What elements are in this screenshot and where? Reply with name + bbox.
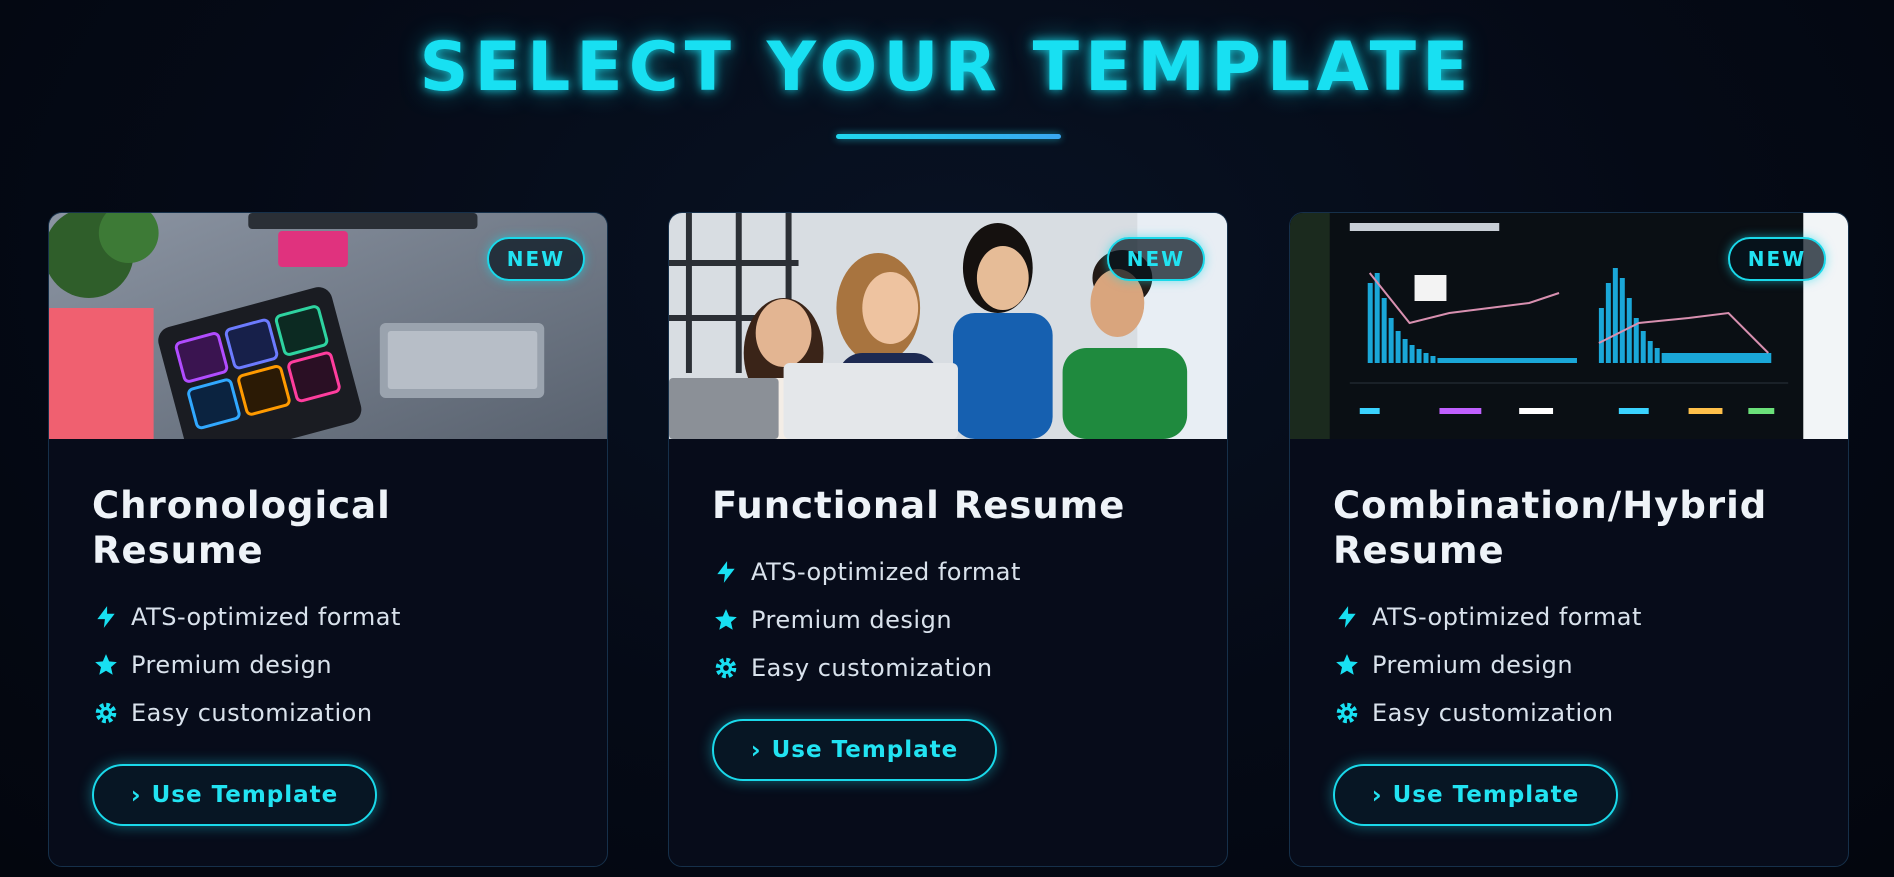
- use-template-button[interactable]: › Use Template: [92, 764, 377, 826]
- chevron-right-icon: ›: [750, 736, 762, 764]
- feature-label: Easy customization: [1372, 699, 1614, 727]
- gear-icon: [92, 699, 120, 727]
- template-preview-image: NEW: [49, 213, 607, 439]
- feature-item: Easy customization: [712, 644, 1185, 692]
- button-label: Use Template: [1392, 782, 1580, 808]
- feature-list: ATS-optimized format Premium design Easy…: [92, 593, 565, 737]
- button-label: Use Template: [771, 737, 959, 763]
- feature-label: Premium design: [1372, 651, 1574, 679]
- bolt-icon: [1333, 603, 1361, 631]
- chevron-right-icon: ›: [130, 781, 142, 809]
- feature-label: Premium design: [751, 606, 953, 634]
- template-card-combination[interactable]: NEW Combination/Hybrid Resume ATS-optimi…: [1289, 212, 1849, 867]
- feature-item: Premium design: [1333, 641, 1806, 689]
- bolt-icon: [712, 558, 740, 586]
- feature-list: ATS-optimized format Premium design Easy…: [712, 548, 1185, 692]
- feature-item: ATS-optimized format: [1333, 593, 1806, 641]
- title-underline: [836, 134, 1061, 139]
- feature-item: Easy customization: [92, 689, 565, 737]
- new-badge: NEW: [487, 237, 585, 281]
- feature-label: ATS-optimized format: [751, 558, 1021, 586]
- template-preview-image: NEW: [669, 213, 1227, 439]
- feature-label: ATS-optimized format: [1372, 603, 1642, 631]
- card-title: Combination/Hybrid Resume: [1333, 484, 1768, 572]
- feature-item: Premium design: [92, 641, 565, 689]
- feature-item: ATS-optimized format: [712, 548, 1185, 596]
- chevron-right-icon: ›: [1371, 781, 1383, 809]
- feature-label: Easy customization: [751, 654, 993, 682]
- page-title: SELECT YOUR TEMPLATE: [419, 28, 1475, 107]
- feature-list: ATS-optimized format Premium design Easy…: [1333, 593, 1806, 737]
- template-card-functional[interactable]: NEW Functional Resume ATS-optimized form…: [668, 212, 1228, 867]
- feature-item: Easy customization: [1333, 689, 1806, 737]
- use-template-button[interactable]: › Use Template: [1333, 764, 1618, 826]
- gear-icon: [712, 654, 740, 682]
- template-preview-image: NEW: [1290, 213, 1848, 439]
- feature-label: Premium design: [131, 651, 333, 679]
- star-icon: [712, 606, 740, 634]
- star-icon: [92, 651, 120, 679]
- template-card-chronological[interactable]: NEW Chronological Resume ATS-optimized f…: [48, 212, 608, 867]
- card-title: Functional Resume: [712, 484, 1126, 527]
- feature-item: ATS-optimized format: [92, 593, 565, 641]
- new-badge: NEW: [1107, 237, 1205, 281]
- bolt-icon: [92, 603, 120, 631]
- button-label: Use Template: [151, 782, 339, 808]
- feature-item: Premium design: [712, 596, 1185, 644]
- new-badge: NEW: [1728, 237, 1826, 281]
- feature-label: Easy customization: [131, 699, 373, 727]
- gear-icon: [1333, 699, 1361, 727]
- card-title: Chronological Resume: [92, 484, 391, 572]
- use-template-button[interactable]: › Use Template: [712, 719, 997, 781]
- star-icon: [1333, 651, 1361, 679]
- feature-label: ATS-optimized format: [131, 603, 401, 631]
